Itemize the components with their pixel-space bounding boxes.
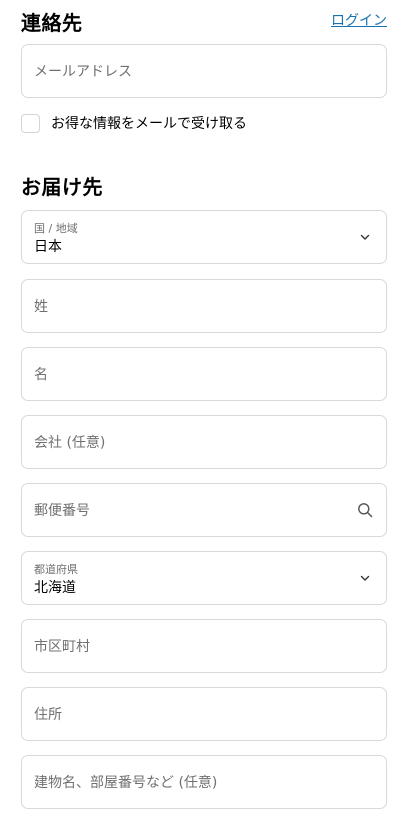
- email-field[interactable]: メールアドレス: [21, 44, 387, 98]
- chevron-down-icon: [356, 569, 374, 587]
- email-placeholder: メールアドレス: [34, 64, 132, 80]
- address-field[interactable]: 住所: [21, 687, 387, 741]
- last-name-placeholder: 姓: [34, 299, 48, 315]
- checkout-form: 連絡先 ログイン メールアドレス お得な情報をメールで受け取る お届け先 国 /…: [0, 0, 408, 818]
- newsletter-option[interactable]: お得な情報をメールで受け取る: [21, 113, 247, 133]
- first-name-field[interactable]: 名: [21, 347, 387, 401]
- first-name-placeholder: 名: [34, 367, 48, 383]
- city-field[interactable]: 市区町村: [21, 619, 387, 673]
- address-placeholder: 住所: [34, 707, 62, 723]
- login-link[interactable]: ログイン: [331, 10, 387, 30]
- city-placeholder: 市区町村: [34, 639, 90, 655]
- company-placeholder: 会社 (任意): [34, 435, 106, 451]
- country-value: 日本: [34, 239, 62, 255]
- country-label: 国 / 地域: [34, 222, 78, 235]
- last-name-field[interactable]: 姓: [21, 279, 387, 333]
- postal-code-field[interactable]: 郵便番号: [21, 483, 387, 537]
- shipping-heading: お届け先: [21, 175, 103, 199]
- apartment-field[interactable]: 建物名、部屋番号など (任意): [21, 755, 387, 809]
- country-select[interactable]: 国 / 地域 日本: [21, 210, 387, 264]
- chevron-down-icon: [356, 228, 374, 246]
- contact-heading: 連絡先: [21, 11, 83, 35]
- apartment-placeholder: 建物名、部屋番号など (任意): [34, 775, 218, 791]
- prefecture-value: 北海道: [34, 580, 76, 596]
- prefecture-label: 都道府県: [34, 563, 78, 576]
- company-field[interactable]: 会社 (任意): [21, 415, 387, 469]
- newsletter-checkbox[interactable]: [21, 113, 40, 133]
- prefecture-select[interactable]: 都道府県 北海道: [21, 551, 387, 605]
- postal-code-placeholder: 郵便番号: [34, 503, 90, 519]
- newsletter-label[interactable]: お得な情報をメールで受け取る: [51, 113, 247, 133]
- search-icon[interactable]: [356, 501, 374, 519]
